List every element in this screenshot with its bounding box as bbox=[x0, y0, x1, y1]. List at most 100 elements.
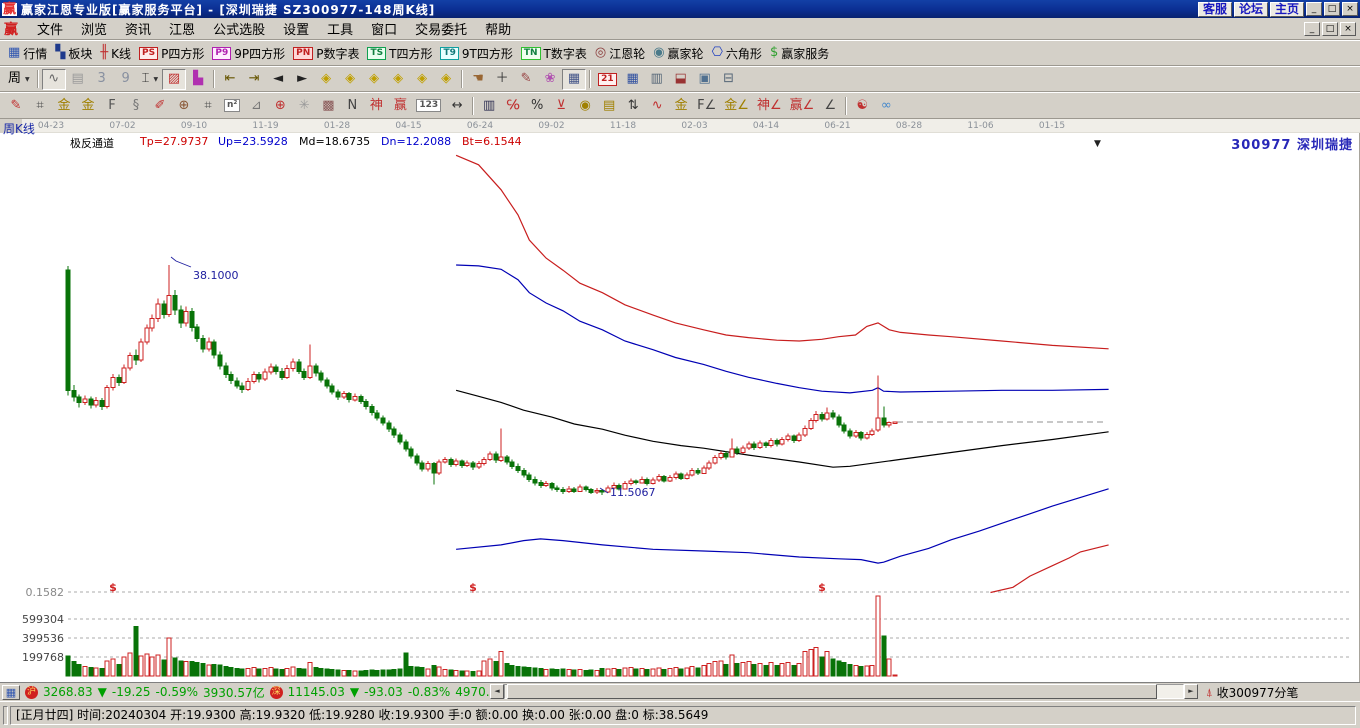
circle-arrows[interactable]: ⊕ bbox=[172, 95, 196, 116]
gold-line[interactable]: 金 bbox=[669, 95, 693, 116]
fib-levels[interactable]: ▥ bbox=[477, 95, 501, 116]
diamond-compress[interactable]: ◈ bbox=[410, 69, 434, 90]
calculator-tool[interactable]: ▦ bbox=[621, 69, 645, 90]
close-button[interactable]: × bbox=[1342, 2, 1358, 16]
gold-circle[interactable]: ◉ bbox=[573, 95, 597, 116]
hexagon[interactable]: ⎔ 六角形 bbox=[708, 43, 766, 64]
n-ticks[interactable]: Ν bbox=[340, 95, 364, 116]
winner-service[interactable]: $ 赢家服务 bbox=[766, 43, 833, 64]
f-angle[interactable]: F∠ bbox=[693, 95, 720, 116]
grid-calc-tool[interactable]: ▦ bbox=[562, 68, 587, 90]
target-red[interactable]: ⊕ bbox=[268, 95, 292, 116]
step-back[interactable]: ◄ bbox=[266, 69, 290, 90]
percent-line[interactable]: ⊻ bbox=[549, 95, 573, 116]
pencil-tool[interactable]: ✎ bbox=[4, 95, 28, 116]
zigzag-chart[interactable]: ∿ bbox=[41, 68, 66, 90]
percent[interactable]: % bbox=[525, 95, 549, 116]
market-quotes[interactable]: ▦ 行情 bbox=[4, 43, 51, 64]
diamond-expand[interactable]: ◈ bbox=[362, 69, 386, 90]
t-number-table[interactable]: TN T数字表 bbox=[517, 43, 591, 64]
menu-公式选股[interactable]: 公式选股 bbox=[204, 21, 274, 40]
n-square[interactable]: n² bbox=[220, 95, 244, 116]
save-tool[interactable]: ⬓ bbox=[669, 69, 693, 90]
gold-angle[interactable]: 金∠ bbox=[720, 95, 753, 116]
titlebar-link-2[interactable]: 论坛 bbox=[1233, 1, 1268, 17]
percent-down[interactable]: ℅ bbox=[501, 95, 525, 116]
flower-tool[interactable]: ❀ bbox=[538, 69, 562, 90]
shen-angle[interactable]: 神∠ bbox=[753, 95, 786, 116]
market-grid-button[interactable]: ▦ bbox=[2, 684, 20, 700]
diamond-left[interactable]: ◈ bbox=[314, 69, 338, 90]
menu-浏览[interactable]: 浏览 bbox=[72, 21, 116, 40]
titlebar-link-1[interactable]: 客服 bbox=[1197, 1, 1232, 17]
titlebar-link-3[interactable]: 主页 bbox=[1269, 1, 1304, 17]
grid-123[interactable]: 123 bbox=[412, 95, 445, 116]
infinity[interactable]: ∞ bbox=[874, 95, 898, 116]
9p-square[interactable]: P9 9P四方形 bbox=[208, 43, 289, 64]
minimize-button[interactable]: _ bbox=[1306, 2, 1322, 16]
scroll-left-button[interactable]: ◄ bbox=[490, 684, 504, 699]
chart-area[interactable]: 0.1582 599304 399536 199768 $ $ $38.1000 11.506… bbox=[0, 133, 1360, 728]
grid-tool-2[interactable]: ⌗ bbox=[196, 95, 220, 116]
updown-tool[interactable]: ⇅ bbox=[621, 95, 645, 116]
menu-江恩[interactable]: 江恩 bbox=[160, 21, 204, 40]
gold-grid-2[interactable]: 金 bbox=[76, 95, 100, 116]
color-bars[interactable]: ▙ bbox=[186, 69, 210, 90]
erase-tool[interactable]: ✎ bbox=[514, 69, 538, 90]
period-selector[interactable]: 周 ▼ bbox=[4, 69, 34, 90]
winner-wheel[interactable]: ◉ 赢家轮 bbox=[649, 43, 707, 64]
scrollbar-thumb[interactable] bbox=[507, 684, 1157, 699]
win-angle[interactable]: 赢∠ bbox=[786, 95, 819, 116]
menu-窗口[interactable]: 窗口 bbox=[362, 21, 406, 40]
snapshot-tool[interactable]: ▣ bbox=[693, 69, 717, 90]
tick-feed-link[interactable]: ⍋ 收300977分笔 bbox=[1206, 684, 1298, 701]
chart-horizontal-scrollbar[interactable]: ◄ ► bbox=[490, 684, 1198, 699]
9t-square[interactable]: T9 9T四方形 bbox=[436, 43, 516, 64]
menu-工具[interactable]: 工具 bbox=[318, 21, 362, 40]
spiral-tool[interactable]: § bbox=[124, 95, 148, 116]
calendar-tool[interactable]: 21 bbox=[594, 69, 621, 90]
scroll-right-button[interactable]: ► bbox=[1184, 684, 1198, 699]
p-square[interactable]: PS P四方形 bbox=[135, 43, 208, 64]
diamond-shrink[interactable]: ◈ bbox=[386, 69, 410, 90]
triangle-rule[interactable]: ⊿ bbox=[244, 95, 268, 116]
hand-tool[interactable]: ☚ bbox=[466, 69, 490, 90]
menu-交易委托[interactable]: 交易委托 bbox=[406, 21, 476, 40]
t-square[interactable]: TS T四方形 bbox=[363, 43, 436, 64]
angle-pencil[interactable]: ✐ bbox=[148, 95, 172, 116]
menu-资讯[interactable]: 资讯 bbox=[116, 21, 160, 40]
star-web[interactable]: ✳ bbox=[292, 95, 316, 116]
restore-button[interactable]: □ bbox=[1324, 2, 1340, 16]
taichi[interactable]: ☯ bbox=[850, 95, 874, 116]
f-grid[interactable]: F bbox=[100, 95, 124, 116]
gann-wheel[interactable]: ◎ 江恩轮 bbox=[591, 43, 649, 64]
diamond-full[interactable]: ◈ bbox=[434, 69, 458, 90]
wave-line[interactable]: ∿ bbox=[645, 95, 669, 116]
menu-帮助[interactable]: 帮助 bbox=[476, 21, 520, 40]
gold-box[interactable]: ▤ bbox=[597, 95, 621, 116]
h-range[interactable]: ↔ bbox=[445, 95, 469, 116]
grid-tool-1[interactable]: ⌗ bbox=[28, 95, 52, 116]
note-pad[interactable]: ▤ bbox=[66, 69, 90, 90]
menu-设置[interactable]: 设置 bbox=[274, 21, 318, 40]
candle-style[interactable]: ⌶ ▼ bbox=[138, 69, 162, 90]
p-number-table[interactable]: PN P数字表 bbox=[289, 43, 363, 64]
multi-angle[interactable]: ∠ bbox=[818, 95, 842, 116]
mdi-minimize-button[interactable]: _ bbox=[1304, 21, 1320, 36]
memo-tool[interactable]: ▥ bbox=[645, 69, 669, 90]
mdi-close-button[interactable]: × bbox=[1340, 21, 1356, 36]
kline[interactable]: ╫ K线 bbox=[96, 43, 135, 64]
sectors[interactable]: ▚ 板块 bbox=[51, 43, 96, 64]
jump-first[interactable]: ⇤ bbox=[218, 69, 242, 90]
web-grid[interactable]: ▩ bbox=[316, 95, 340, 116]
jump-last[interactable]: ⇥ bbox=[242, 69, 266, 90]
diamond-right[interactable]: ◈ bbox=[338, 69, 362, 90]
crosshair-tool[interactable]: ＋ bbox=[490, 69, 514, 90]
shen-grid[interactable]: 神 bbox=[364, 95, 388, 116]
red-pattern[interactable]: ▨ bbox=[162, 68, 187, 90]
menu-文件[interactable]: 文件 bbox=[28, 21, 72, 40]
bars-9[interactable]: 9 bbox=[114, 69, 138, 90]
win-grid[interactable]: 赢 bbox=[388, 95, 412, 116]
mdi-restore-button[interactable]: □ bbox=[1322, 21, 1338, 36]
print-tool[interactable]: ⊟ bbox=[717, 69, 741, 90]
